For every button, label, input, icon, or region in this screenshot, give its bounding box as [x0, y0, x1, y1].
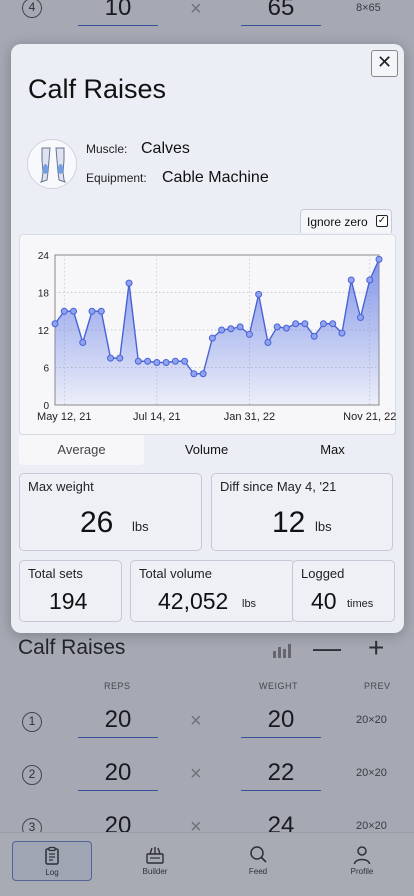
- data-point: [70, 307, 78, 315]
- exercise-stats-modal: ✕ Calf Raises Muscle: Calves Equipment: …: [11, 44, 404, 633]
- data-point: [171, 357, 179, 365]
- data-point: [264, 339, 272, 346]
- legs-icon: [40, 147, 66, 183]
- stat-label: Logged: [301, 566, 345, 581]
- data-point: [236, 323, 244, 331]
- data-point: [319, 320, 327, 328]
- tab-max[interactable]: Max: [269, 435, 396, 465]
- x-tick-label: May 12, 21: [37, 411, 91, 423]
- x-tick-label: Nov 21, 22: [343, 411, 396, 423]
- data-point: [153, 359, 161, 366]
- data-point: [60, 307, 68, 315]
- data-point: [347, 276, 355, 284]
- total-sets-card: Total sets 194: [19, 560, 122, 622]
- y-tick-label: 24: [38, 251, 50, 262]
- close-button[interactable]: ✕: [371, 50, 398, 77]
- data-point: [116, 354, 124, 362]
- data-point: [134, 357, 142, 365]
- tab-average[interactable]: Average: [19, 435, 144, 465]
- data-point: [301, 320, 309, 328]
- ignore-zero-label: Ignore zero: [307, 215, 368, 229]
- data-point: [245, 330, 253, 338]
- ignore-zero-checkbox[interactable]: ✓: [376, 215, 388, 227]
- data-point: [292, 320, 300, 328]
- data-point: [97, 307, 105, 315]
- data-point: [356, 314, 364, 321]
- stat-value: 40: [311, 588, 337, 614]
- muscle-value: Calves: [141, 140, 190, 157]
- muscle-label: Muscle:: [86, 142, 128, 156]
- max-weight-card: Max weight 26 lbs: [19, 473, 202, 551]
- y-tick-label: 6: [43, 364, 49, 375]
- stat-unit: lbs: [242, 598, 257, 610]
- data-point: [107, 354, 115, 362]
- data-point: [329, 320, 337, 328]
- data-point: [181, 357, 189, 365]
- chart-tabs: Average Volume Max: [19, 435, 396, 465]
- progress-chart: 06121824May 12, 21 Jul 14, 21 Jan 31, 22 No…: [37, 251, 396, 423]
- stat-label: Total sets: [28, 566, 83, 581]
- data-point: [366, 276, 374, 284]
- y-tick-label: 18: [38, 289, 50, 300]
- data-point: [51, 320, 59, 328]
- logged-card: Logged 40 times: [292, 560, 395, 622]
- x-tick-label: Jul 14, 21: [133, 411, 181, 423]
- data-point: [310, 332, 318, 340]
- exercise-illustration: [27, 139, 77, 189]
- stat-label: Max weight: [28, 479, 94, 494]
- data-point: [273, 323, 281, 331]
- data-point: [282, 324, 290, 332]
- data-point: [255, 290, 263, 298]
- data-point: [199, 370, 207, 378]
- y-tick-label: 12: [38, 326, 50, 337]
- data-point: [338, 329, 346, 337]
- equipment-value: Cable Machine: [162, 169, 269, 186]
- stat-value: 194: [49, 588, 88, 614]
- stat-label: Diff since May 4, '21: [220, 479, 337, 494]
- stat-value: 42,052: [158, 588, 229, 614]
- data-point: [88, 307, 96, 315]
- data-point: [208, 334, 216, 342]
- ignore-zero-toggle[interactable]: Ignore zero ✓: [300, 209, 392, 233]
- x-tick-label: Jan 31, 22: [224, 411, 275, 423]
- stat-unit: lbs: [315, 519, 332, 534]
- data-point: [227, 325, 235, 333]
- stat-unit: times: [347, 598, 374, 610]
- modal-title: Calf Raises: [28, 74, 167, 104]
- progress-chart-card: 0 6 12 18 24 May 12, 21 Jul 14, 21 Jan 31, 22 No…: [19, 234, 396, 435]
- total-volume-card: Total volume 42,052 lbs: [130, 560, 295, 622]
- series-area: [55, 259, 379, 405]
- stat-value: 12: [272, 506, 306, 539]
- diff-since-card: Diff since May 4, '21 12 lbs: [211, 473, 393, 551]
- data-point: [125, 279, 133, 287]
- tab-volume[interactable]: Volume: [144, 435, 269, 465]
- data-point: [218, 326, 226, 334]
- equipment-label: Equipment:: [86, 171, 147, 185]
- stat-value: 26: [80, 506, 114, 539]
- data-point: [162, 359, 170, 366]
- data-point: [144, 357, 152, 365]
- stat-label: Total volume: [139, 566, 212, 581]
- data-point: [79, 339, 87, 346]
- data-point: [375, 255, 383, 263]
- data-point: [190, 370, 198, 378]
- stat-unit: lbs: [132, 519, 149, 534]
